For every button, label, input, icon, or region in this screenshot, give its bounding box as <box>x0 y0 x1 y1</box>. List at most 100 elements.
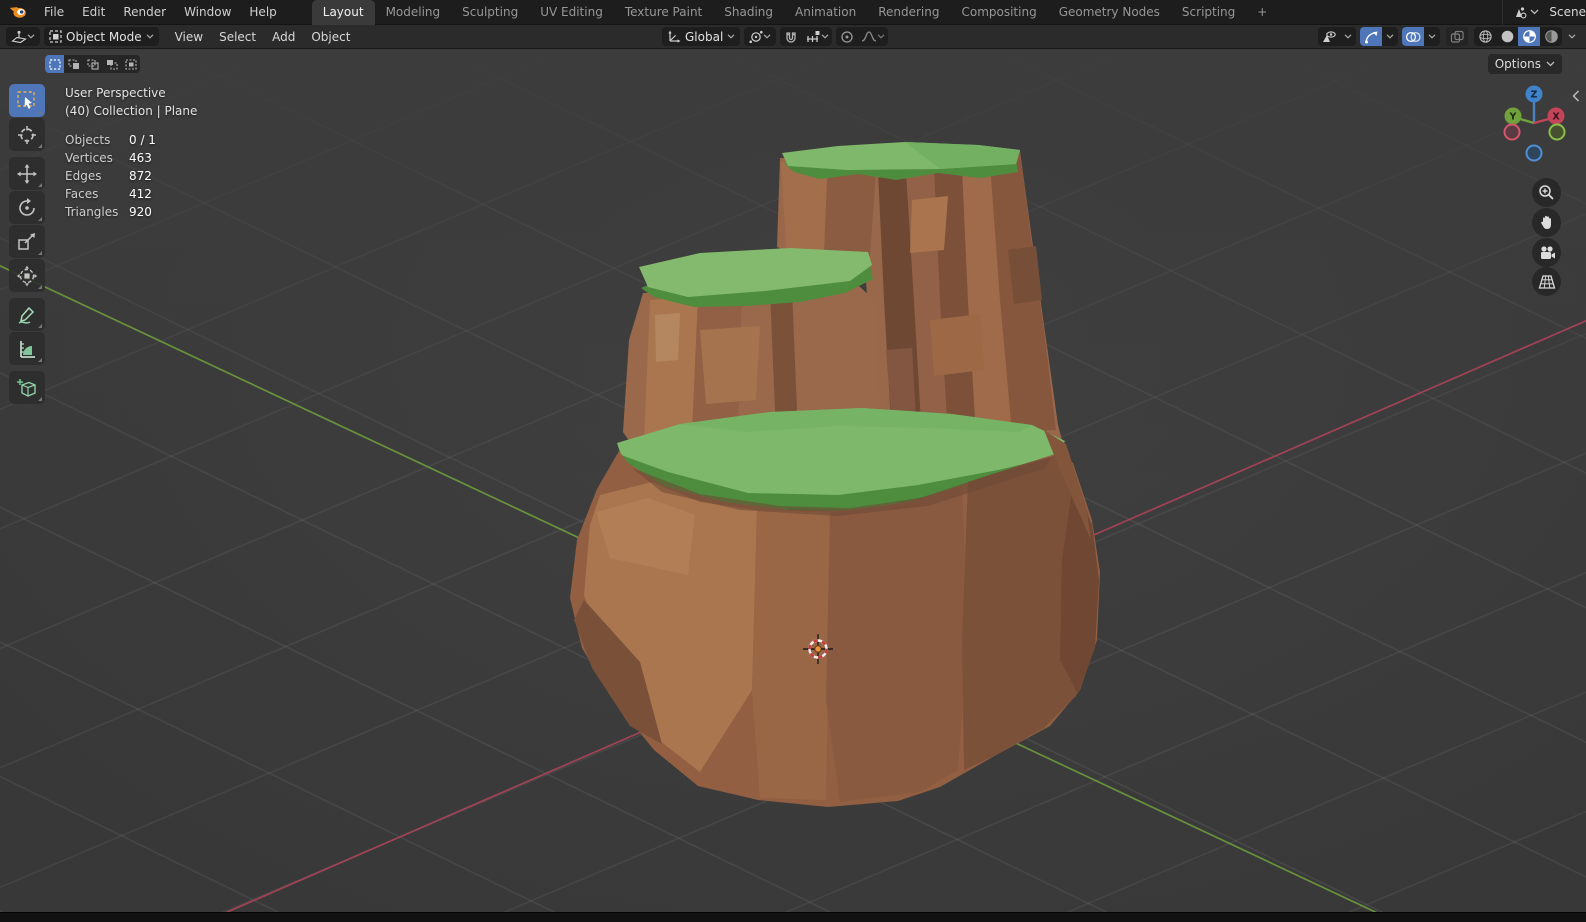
sidebar-toggle[interactable] <box>1572 90 1580 102</box>
cursor-tool-icon <box>18 125 36 144</box>
visibility-icon <box>1323 30 1336 42</box>
tab-modeling[interactable]: Modeling <box>375 0 452 25</box>
blender-logo-icon[interactable] <box>9 4 27 20</box>
tool-measure[interactable] <box>9 332 45 365</box>
viewport-menu-add[interactable]: Add <box>264 26 303 48</box>
xray-toggle-button[interactable] <box>1446 27 1468 46</box>
navigation-gizmo[interactable]: Z Y X <box>1487 80 1573 170</box>
stat-value: 0 / 1 <box>129 133 156 147</box>
viewport-menu-object[interactable]: Object <box>303 26 358 48</box>
tool-box-select[interactable] <box>9 84 45 117</box>
mode-label: Object Mode <box>66 29 142 44</box>
viewport-menu-view[interactable]: View <box>167 26 211 48</box>
stat-label: Objects <box>65 133 111 147</box>
tab-sculpting[interactable]: Sculpting <box>451 0 529 25</box>
overlays-dropdown[interactable] <box>1424 27 1440 46</box>
show-overlays-button[interactable] <box>1402 27 1424 46</box>
falloff-dropdown[interactable] <box>858 27 888 46</box>
mode-dropdown[interactable]: Object Mode <box>44 27 159 46</box>
stat-value: 463 <box>129 151 152 165</box>
select-mode-intersect[interactable] <box>121 55 140 73</box>
viewport-3d[interactable]: Options User Perspective (40) Collection… <box>0 50 1586 912</box>
stat-row-objects: Objects 0 / 1 <box>65 131 197 149</box>
menu-render[interactable]: Render <box>114 1 175 23</box>
tab-shading[interactable]: Shading <box>713 0 784 25</box>
tool-cursor[interactable] <box>9 118 45 151</box>
shading-wireframe-button[interactable] <box>1474 27 1496 46</box>
orientation-axes-icon <box>668 30 681 43</box>
pan-button[interactable] <box>1532 208 1561 237</box>
magnet-icon <box>786 31 796 43</box>
tab-geometry-nodes[interactable]: Geometry Nodes <box>1048 0 1171 25</box>
viewport-menu-select[interactable]: Select <box>211 26 264 48</box>
proportional-editing-button[interactable] <box>836 27 858 46</box>
menu-window[interactable]: Window <box>175 1 240 23</box>
shading-solid-icon <box>1501 30 1513 43</box>
visibility-dropdown[interactable] <box>1340 27 1356 46</box>
measure-icon <box>20 340 35 358</box>
chevron-down-icon <box>763 34 771 39</box>
shading-solid-button[interactable] <box>1496 27 1518 46</box>
menu-edit[interactable]: Edit <box>73 1 114 23</box>
tab-layout[interactable]: Layout <box>311 0 375 25</box>
blender-window: File Edit Render Window Help Layout Modeling S… <box>0 0 1586 922</box>
select-mode-set[interactable] <box>45 55 64 73</box>
tab-texture-paint[interactable]: Texture Paint <box>614 0 713 25</box>
shading-material-button[interactable] <box>1518 27 1540 46</box>
gizmo-icon <box>1364 31 1377 43</box>
snap-target-dropdown[interactable] <box>802 27 832 46</box>
tab-scripting[interactable]: Scripting <box>1171 0 1246 25</box>
snap-increment-icon <box>806 31 820 42</box>
gizmo-axis-minus-y[interactable] <box>1548 123 1566 141</box>
tool-move[interactable] <box>9 157 45 190</box>
toolbar <box>9 84 46 405</box>
chevron-down-icon <box>877 34 885 39</box>
toggle-ortho-button[interactable] <box>1532 267 1561 296</box>
tool-annotate[interactable] <box>9 298 45 331</box>
gizmo-axis-minus-x[interactable] <box>1503 123 1521 141</box>
chevron-down-icon <box>27 34 35 39</box>
viewport-stats-overlay: User Perspective (40) Collection | Plane… <box>65 84 197 221</box>
scene-selector[interactable]: Scene <box>1502 0 1586 25</box>
options-button[interactable]: Options <box>1487 54 1562 74</box>
select-invert-icon <box>106 59 118 70</box>
zoom-icon <box>1539 185 1554 200</box>
transform-orientation-dropdown[interactable]: Global <box>662 27 741 46</box>
tab-compositing[interactable]: Compositing <box>950 0 1047 25</box>
menu-file[interactable]: File <box>35 1 73 23</box>
falloff-curve-icon <box>862 31 877 42</box>
show-gizmo-button[interactable] <box>1360 27 1382 46</box>
stat-value: 412 <box>129 187 152 201</box>
tool-transform[interactable] <box>9 259 45 292</box>
menu-help[interactable]: Help <box>240 1 285 23</box>
editor-type-button[interactable] <box>6 27 40 46</box>
tab--[interactable]: + <box>1246 0 1278 25</box>
stat-row-vertices: Vertices 463 <box>65 149 197 167</box>
gizmo-z-label: Z <box>1531 90 1538 101</box>
shading-rendered-icon <box>1544 30 1558 43</box>
snap-toggle-button[interactable] <box>780 27 802 46</box>
select-mode-subtract[interactable] <box>83 55 102 73</box>
camera-view-button[interactable] <box>1532 238 1561 267</box>
select-mode-extend[interactable] <box>64 55 83 73</box>
pivot-point-dropdown[interactable] <box>744 27 777 46</box>
tab-uv-editing[interactable]: UV Editing <box>529 0 614 25</box>
tool-rotate[interactable] <box>9 191 45 224</box>
grid-fade <box>0 50 1586 912</box>
tab-rendering[interactable]: Rendering <box>867 0 950 25</box>
viewport-menus: View Select Add Object <box>167 26 359 48</box>
tool-scale[interactable] <box>9 225 45 258</box>
xray-icon <box>1450 30 1464 43</box>
tab-animation[interactable]: Animation <box>784 0 867 25</box>
gizmo-dropdown[interactable] <box>1382 27 1398 46</box>
zoom-button[interactable] <box>1532 178 1561 207</box>
shading-dropdown[interactable] <box>1564 27 1580 46</box>
shading-rendered-button[interactable] <box>1540 27 1562 46</box>
shading-material-icon <box>1522 30 1536 43</box>
show-object-types-button[interactable] <box>1318 27 1340 46</box>
gizmo-axis-minus-z[interactable] <box>1525 144 1543 162</box>
scale-icon <box>18 232 35 250</box>
tool-add-cube[interactable] <box>9 371 45 404</box>
editor-3d-viewport-icon <box>11 30 27 43</box>
select-mode-invert[interactable] <box>102 55 121 73</box>
